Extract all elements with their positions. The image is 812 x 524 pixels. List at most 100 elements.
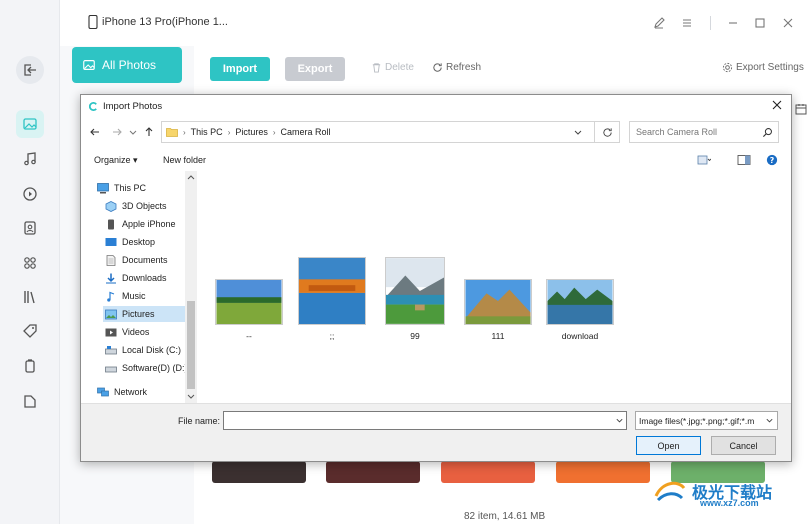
search-placeholder: Search Camera Roll xyxy=(636,127,718,137)
menu-icon[interactable] xyxy=(680,16,694,30)
file-item[interactable]: ;; xyxy=(298,257,366,341)
video-icon[interactable] xyxy=(16,180,44,208)
music-note-icon xyxy=(107,291,115,302)
device-selector[interactable]: iPhone 13 Pro(iPhone 1... xyxy=(88,15,228,29)
download-icon xyxy=(106,273,116,283)
file-item[interactable]: -- xyxy=(215,279,283,341)
contacts-icon[interactable] xyxy=(16,214,44,242)
file-item[interactable]: download xyxy=(546,279,614,341)
tree-item-3d-objects[interactable]: 3D Objects xyxy=(105,198,167,214)
refresh-button[interactable]: Refresh xyxy=(432,62,481,73)
chevron-down-icon[interactable] xyxy=(615,416,624,425)
recent-dropdown-icon[interactable] xyxy=(129,126,137,138)
computer-icon xyxy=(97,182,109,193)
address-refresh-button[interactable] xyxy=(594,121,620,143)
chevron-down-icon[interactable] xyxy=(573,127,583,137)
delete-button[interactable]: Delete xyxy=(371,62,414,73)
tree-item-network[interactable]: Network xyxy=(97,384,147,400)
music-icon[interactable] xyxy=(16,145,44,173)
file-name: ;; xyxy=(329,331,335,341)
photo-thumbnail[interactable] xyxy=(212,461,306,483)
file-item[interactable]: 111 xyxy=(464,279,532,341)
watermark-url: www.xz7.com xyxy=(700,498,759,508)
all-photos-button[interactable]: All Photos xyxy=(72,47,182,83)
import-button[interactable]: Import xyxy=(210,57,270,81)
videos-icon xyxy=(105,328,117,336)
search-input[interactable]: Search Camera Roll xyxy=(629,121,779,143)
tree-label: Desktop xyxy=(122,237,156,247)
tree-item-this-pc[interactable]: This PC xyxy=(97,180,146,196)
tree-scroll-thumb[interactable] xyxy=(187,301,195,389)
file-type-value: Image files(*.jpg;*.png;*.gif;*.m xyxy=(639,415,755,426)
photos-icon[interactable] xyxy=(16,110,44,138)
file-name: -- xyxy=(246,331,252,341)
file-name: download xyxy=(561,331,599,341)
address-bar[interactable]: › This PC › Pictures › Camera Roll xyxy=(161,121,620,143)
photo-thumbnail[interactable] xyxy=(441,461,535,483)
title-separator xyxy=(710,16,711,30)
pictures-icon xyxy=(105,309,117,319)
help-icon[interactable]: ? xyxy=(765,154,779,166)
refresh-icon xyxy=(602,127,612,137)
new-folder-button[interactable]: New folder xyxy=(163,155,206,165)
breadcrumb-separator: › xyxy=(227,127,231,137)
tree-item-music[interactable]: Music xyxy=(105,288,146,304)
file-name-input[interactable] xyxy=(223,411,627,430)
search-icon xyxy=(762,128,772,138)
tree-item-documents[interactable]: Documents xyxy=(105,252,168,268)
files-icon[interactable] xyxy=(16,387,44,415)
up-arrow-icon[interactable] xyxy=(143,126,155,138)
preview-pane-icon[interactable] xyxy=(737,154,751,166)
calendar-icon[interactable] xyxy=(795,103,807,115)
books-icon[interactable] xyxy=(16,283,44,311)
file-item[interactable]: 99 xyxy=(385,257,445,341)
cancel-button[interactable]: Cancel xyxy=(711,436,776,455)
breadcrumb-separator: › xyxy=(183,127,186,137)
back-icon[interactable] xyxy=(16,56,44,84)
drive-icon xyxy=(105,366,117,372)
tree-item-local-disk-c[interactable]: Local Disk (C:) xyxy=(105,342,181,358)
maximize-icon[interactable] xyxy=(753,16,767,30)
breadcrumb-this-pc[interactable]: This PC xyxy=(191,127,223,137)
photo-thumbnail[interactable] xyxy=(326,461,420,483)
forward-arrow-icon[interactable] xyxy=(111,126,123,138)
edit-icon[interactable] xyxy=(652,16,666,30)
apps-icon[interactable] xyxy=(16,249,44,277)
close-icon[interactable] xyxy=(781,16,795,30)
scroll-down-icon[interactable] xyxy=(185,393,197,401)
tree-item-software-d[interactable]: Software(D) (D:) xyxy=(105,360,188,376)
open-button[interactable]: Open xyxy=(636,436,701,455)
export-settings-button[interactable]: Export Settings xyxy=(722,62,804,73)
image-thumbnail xyxy=(464,279,532,325)
organize-button[interactable]: Organize ▾ xyxy=(94,155,138,166)
chevron-down-icon[interactable] xyxy=(765,416,774,425)
image-thumbnail xyxy=(215,279,283,325)
minimize-icon[interactable] xyxy=(726,16,740,30)
view-options-icon[interactable] xyxy=(697,154,711,166)
tree-item-videos[interactable]: Videos xyxy=(105,324,149,340)
photo-thumbnail[interactable] xyxy=(556,461,650,483)
tree-item-downloads[interactable]: Downloads xyxy=(105,270,167,286)
tree-item-pictures[interactable]: Pictures xyxy=(103,306,185,322)
file-type-select[interactable]: Image files(*.jpg;*.png;*.gif;*.m xyxy=(635,411,778,430)
tag-icon[interactable] xyxy=(16,317,44,345)
battery-icon[interactable] xyxy=(16,352,44,380)
dialog-close-icon[interactable] xyxy=(771,99,783,111)
image-thumbnail xyxy=(385,257,445,325)
tree-item-apple-iphone[interactable]: Apple iPhone xyxy=(105,216,176,232)
tree-label: Documents xyxy=(122,255,168,265)
tree-label: Network xyxy=(114,387,148,397)
dialog-title-bar: Import Photos xyxy=(81,95,791,117)
trash-icon xyxy=(372,63,381,73)
back-arrow-icon[interactable] xyxy=(89,126,101,138)
breadcrumb-camera-roll[interactable]: Camera Roll xyxy=(281,127,331,137)
export-button[interactable]: Export xyxy=(285,57,345,81)
breadcrumb-pictures[interactable]: Pictures xyxy=(235,127,268,137)
tree-item-desktop[interactable]: Desktop xyxy=(105,234,155,250)
scroll-up-icon[interactable] xyxy=(185,173,197,181)
tree-label: Pictures xyxy=(122,309,155,319)
cube-icon xyxy=(105,200,117,212)
drive-icon xyxy=(105,345,117,354)
all-photos-label: All Photos xyxy=(102,58,157,72)
dialog-footer: File name: Image files(*.jpg;*.png;*.gif… xyxy=(81,403,791,461)
